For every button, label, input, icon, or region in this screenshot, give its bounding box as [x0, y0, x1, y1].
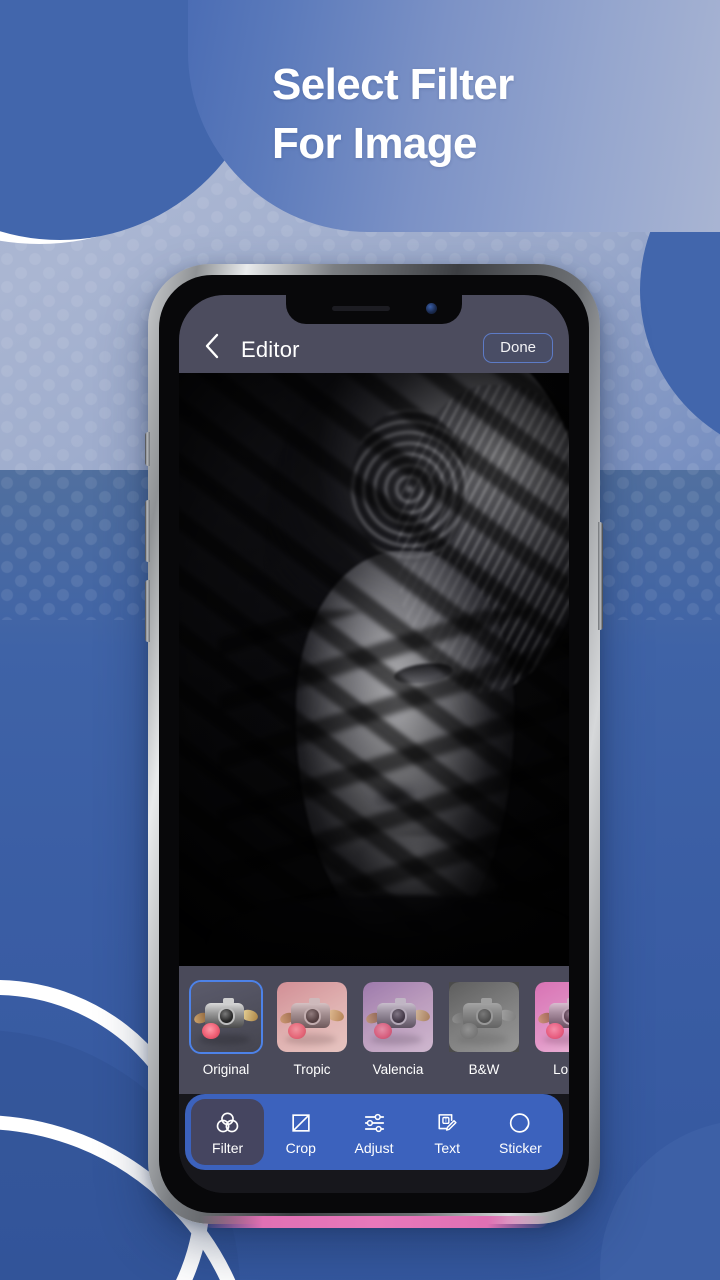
done-button[interactable]: Done [483, 333, 553, 363]
tab-label: Filter [212, 1139, 244, 1156]
filter-label: Lomo [553, 1062, 569, 1077]
filter-thumbnail[interactable] [189, 980, 263, 1054]
filter-option-lomo[interactable]: Lomo [533, 980, 569, 1077]
promo-headline: Select Filter For Image [272, 56, 702, 173]
filter-option-tropic[interactable]: Tropic [275, 980, 349, 1077]
color-circles-icon [215, 1110, 240, 1136]
phone-power-button[interactable] [598, 522, 603, 630]
tab-label: Sticker [499, 1139, 542, 1156]
filter-thumbnail[interactable] [275, 980, 349, 1054]
front-camera-icon [426, 303, 437, 314]
earpiece-speaker-icon [332, 306, 390, 311]
tab-adjust[interactable]: Adjust [337, 1099, 410, 1165]
page-title: Editor [241, 337, 300, 362]
promo-screenshot: Select Filter For Image Editor Done Orig… [0, 0, 720, 1280]
chevron-left-icon[interactable] [195, 329, 229, 363]
phone-mockup: Editor Done Original Tropic Valencia B&W… [145, 264, 603, 1228]
filter-label: Original [202, 1062, 250, 1077]
text-edit-icon: T [435, 1110, 459, 1136]
tab-label: Text [434, 1139, 461, 1156]
phone-screen: Editor Done Original Tropic Valencia B&W… [179, 295, 569, 1193]
filter-label: Tropic [293, 1062, 331, 1077]
filter-thumbnail[interactable] [447, 980, 521, 1054]
edited-photo [179, 373, 569, 966]
tab-text[interactable]: T Text [411, 1099, 484, 1165]
sliders-icon [362, 1110, 387, 1136]
photo-canvas[interactable] [179, 373, 569, 966]
phone-bottom-accent [200, 1216, 550, 1228]
sticker-icon [508, 1110, 532, 1136]
phone-volume-up-button[interactable] [145, 500, 150, 562]
bottom-toolbar-area: Filter Crop Adjust T Text Sticker [179, 1094, 569, 1193]
phone-notch [286, 295, 462, 324]
tab-label: Adjust [354, 1139, 394, 1156]
filter-label: B&W [468, 1062, 500, 1077]
phone-bezel: Editor Done Original Tropic Valencia B&W… [159, 275, 589, 1213]
crop-icon [289, 1110, 313, 1136]
tab-filter[interactable]: Filter [191, 1099, 265, 1165]
headline-line-2: For Image [272, 118, 477, 168]
tab-label: Crop [285, 1139, 316, 1156]
editor-toolbar: Filter Crop Adjust T Text Sticker [185, 1094, 563, 1170]
filter-option-valencia[interactable]: Valencia [361, 980, 435, 1077]
filter-carousel[interactable]: Original Tropic Valencia B&W Lo [179, 966, 569, 1094]
phone-silence-switch[interactable] [145, 432, 150, 466]
tab-sticker[interactable]: Sticker [484, 1099, 557, 1165]
filter-thumbnail[interactable] [361, 980, 435, 1054]
tab-crop[interactable]: Crop [264, 1099, 337, 1165]
filter-label: Valencia [372, 1062, 424, 1077]
photo-editor-app: Editor Done Original Tropic Valencia B&W… [179, 295, 569, 1193]
filter-thumbnail[interactable] [533, 980, 569, 1054]
headline-line-1: Select Filter [272, 60, 514, 109]
phone-volume-down-button[interactable] [145, 580, 150, 642]
filter-option-original[interactable]: Original [189, 980, 263, 1077]
filter-option-bw[interactable]: B&W [447, 980, 521, 1077]
